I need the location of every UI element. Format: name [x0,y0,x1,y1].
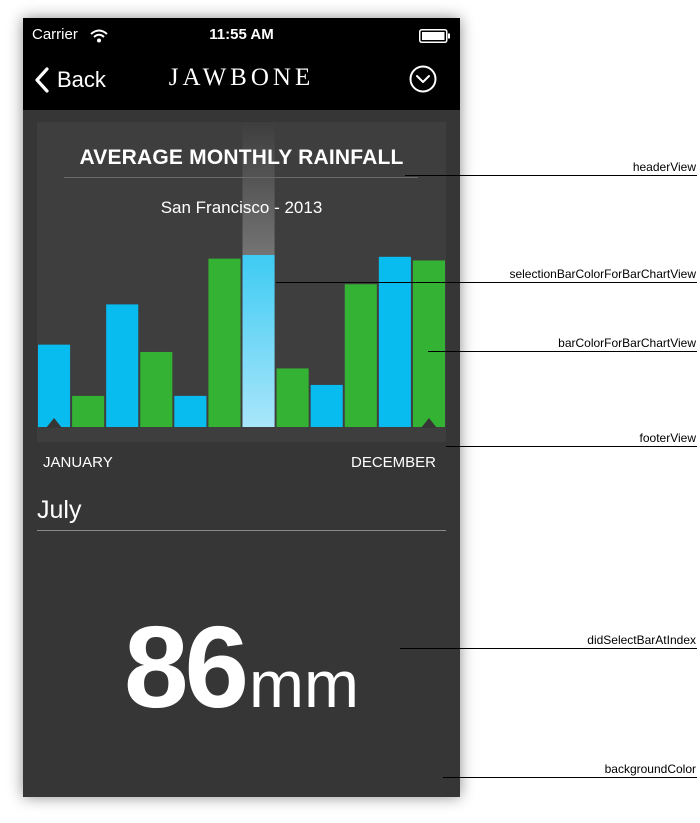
brand-logo: JAWBONE [168,64,315,91]
annotation-label: barColorForBarChartView [558,336,696,350]
header-divider [64,177,418,178]
bar-august[interactable] [276,368,309,427]
footer-right-label: DECEMBER [351,454,437,471]
bar-april[interactable] [140,351,173,427]
bar-september[interactable] [310,384,343,427]
annotation-line [428,351,697,352]
bar-march[interactable] [106,304,139,427]
annotation-label: backgroundColor [604,762,696,776]
month-divider [37,530,446,531]
annotation-label: selectionBarColorForBarChartView [509,267,696,281]
top-bar: Carrier 11:55 AM Back JAWBONE [23,18,460,110]
footer-left-label: JANUARY [43,454,113,471]
annotation-label: footerView [639,431,696,445]
status-time: 11:55 AM [209,26,274,43]
bar-june[interactable] [208,258,241,427]
bar-january[interactable] [38,344,71,427]
annotation-line [443,777,697,778]
chevron-down-circle-icon[interactable] [409,65,437,93]
chart-subtitle: San Francisco - 2013 [160,198,323,217]
annotation-line [400,648,697,649]
annotation-line [276,282,697,283]
annotation-line [405,175,697,176]
annotation-label: headerView [632,160,696,174]
annotation-line [446,446,697,447]
value-readout: 86mm [23,600,460,734]
phone-screen: Carrier 11:55 AM Back JAWBONE AVERAGE MO… [23,18,460,797]
bar-may[interactable] [174,395,207,427]
bar-october[interactable] [344,284,377,427]
bar-december[interactable] [412,260,445,427]
bar-july[interactable] [242,254,275,427]
value-number: 86 [124,602,249,732]
bar-february[interactable] [72,395,105,427]
battery-icon [419,29,450,43]
selection-highlight [242,122,275,255]
value-unit: mm [249,647,359,721]
chart-title: AVERAGE MONTHLY RAINFALL [79,146,404,169]
annotation-label: didSelectBarAtIndex [587,633,696,647]
selected-month-label: July [37,496,82,524]
